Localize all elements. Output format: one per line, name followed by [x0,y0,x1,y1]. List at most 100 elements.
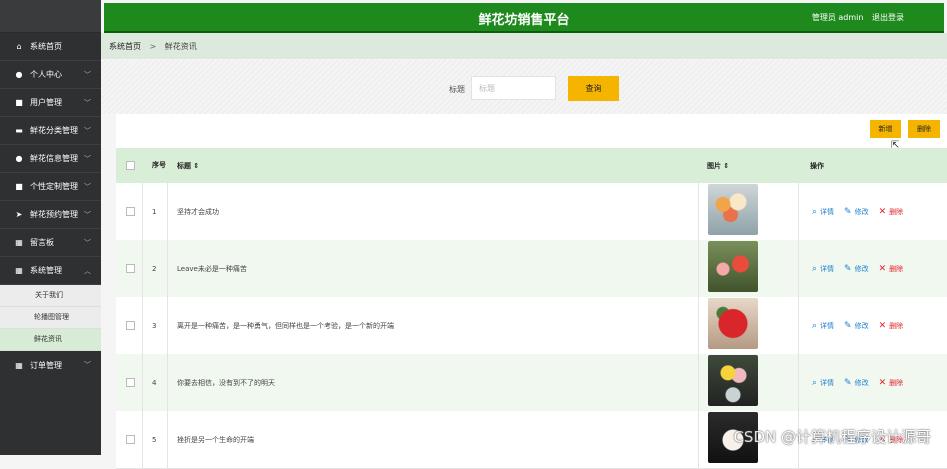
sidebar-item-3[interactable]: ▬ 鲜花分类管理 ﹀ [0,117,101,145]
edit-button[interactable]: ✎ 修改 [844,321,869,331]
column-divider [798,297,799,354]
column-divider [142,183,143,240]
search-input[interactable] [471,76,556,100]
sidebar-item-label: 鲜花分类管理 [30,126,78,135]
row-checkbox[interactable] [126,378,135,387]
sidebar-item-label: 留言板 [30,238,54,247]
breadcrumb-home[interactable]: 系统首页 [109,42,141,51]
lock-icon: ■ [15,182,23,191]
submenu-item-2[interactable]: 鲜花资讯 [0,329,101,351]
row-checkbox-cell[interactable] [126,297,135,354]
logout-link[interactable]: 退出登录 [872,13,904,22]
view-label: 详情 [820,321,835,330]
breadcrumb-separator: > [149,42,157,51]
pencil-icon: ✎ [844,320,852,331]
breadcrumb-bar: 系统首页 > 鲜花资讯 [101,33,947,59]
row-checkbox[interactable] [126,321,135,330]
flower-thumbnail [708,298,758,349]
row-checkbox[interactable] [126,207,135,216]
sidebar-item-7[interactable]: ▦ 留言板 ﹀ [0,229,101,257]
edit-button[interactable]: ✎ 修改 [844,264,869,274]
row-checkbox[interactable] [126,264,135,273]
column-divider [698,297,699,354]
header-title[interactable]: 标题 ⇕ [177,148,199,183]
sidebar-menu: ⌂ 系统首页 ● 个人中心 ﹀ ■ 用户管理 ﹀ ▬ 鲜花分类管理 ﹀ ● 鲜花信息管理 ﹀ ■ 个性定制管理… [0,33,101,379]
row-checkbox-cell[interactable] [126,354,135,411]
edit-button[interactable]: ✎ 修改 [844,207,869,217]
chevron-down-icon: ﹀ [84,126,91,135]
row-title: Leave未必是一种痛苦 [177,264,247,273]
view-details-button[interactable]: ⌕ 详情 [812,321,834,331]
row-checkbox-cell[interactable] [126,183,135,240]
top-header: 鲜花坊销售平台 管理员 admin 退出登录 [104,3,944,33]
edit-label: 修改 [854,321,869,330]
sidebar-item-orders[interactable]: ▦ 订单管理 ﹀ [0,351,101,379]
delete-button[interactable]: 删除 [908,120,940,138]
flower-thumbnail [708,355,758,406]
breadcrumb-current: 鲜花资讯 [164,42,197,51]
row-checkbox-cell[interactable] [126,411,135,468]
table-row: 2 Leave未必是一种痛苦 ⌕ 详情 ✎ 修改 ✕ 删除 [116,240,947,298]
submenu-item-1[interactable]: 轮播图管理 [0,307,101,329]
sidebar-item-6[interactable]: ➤ 鲜花预约管理 ﹀ [0,201,101,229]
pencil-icon: ✎ [844,206,852,217]
system-submenu: 关于我们 轮播图管理 鲜花资讯 [0,285,101,351]
column-divider [142,240,143,297]
sidebar-item-label: 系统首页 [30,42,62,51]
location-icon: ● [15,154,23,163]
chevron-down-icon: ﹀ [84,361,91,369]
delete-label: 删除 [889,207,904,216]
row-index: 1 [152,207,157,216]
sidebar-item-0[interactable]: ⌂ 系统首页 [0,33,101,61]
chevron-down-icon: ﹀ [84,182,91,191]
sidebar-item-8[interactable]: ▦ 系统管理 ︿ [0,257,101,285]
sidebar-item-4[interactable]: ● 鲜花信息管理 ﹀ [0,145,101,173]
pencil-icon: ✎ [844,263,852,274]
breadcrumb: 系统首页 > 鲜花资讯 [109,41,197,52]
search-icon: ⌕ [812,377,818,388]
delete-row-button[interactable]: ✕ 删除 [879,207,904,217]
search-icon: ⌕ [812,206,818,217]
row-checkbox-cell[interactable] [126,240,135,297]
select-all-checkbox-cell[interactable] [126,148,135,183]
view-details-button[interactable]: ⌕ 详情 [812,378,834,388]
view-details-button[interactable]: ⌕ 详情 [812,264,834,274]
chevron-down-icon: ﹀ [84,98,91,107]
row-index: 2 [152,264,157,273]
column-divider [167,297,168,354]
add-button[interactable]: 新增 [870,120,901,138]
view-label: 详情 [820,207,835,216]
chevron-up-icon: ︿ [84,266,91,275]
flower-thumbnail [708,184,758,235]
row-title: 你要去相信，没有到不了的明天 [177,378,275,387]
delete-row-button[interactable]: ✕ 删除 [879,321,904,331]
search-button[interactable]: 查询 [568,76,619,101]
delete-label: 删除 [889,321,904,330]
submenu-item-0[interactable]: 关于我们 [0,285,101,307]
row-title: 坚持才会成功 [177,207,219,216]
row-checkbox[interactable] [126,435,135,444]
delete-row-button[interactable]: ✕ 删除 [879,264,904,274]
search-area: 标题 查询 [101,60,947,114]
sidebar-item-2[interactable]: ■ 用户管理 ﹀ [0,89,101,117]
search-icon: ⌕ [812,320,818,331]
sidebar-item-1[interactable]: ● 个人中心 ﹀ [0,61,101,89]
view-details-button[interactable]: ⌕ 详情 [812,207,834,217]
table-row: 3 离开是一种痛苦，是一种勇气，但同样也是一个考验，是一个新的开端 ⌕ 详情 ✎ 修改 ✕ 删… [116,297,947,355]
row-index: 3 [152,321,157,330]
select-all-checkbox[interactable] [126,161,135,170]
sidebar-item-label: 鲜花信息管理 [30,154,78,163]
header-image[interactable]: 图片 ⇕ [707,148,729,183]
column-divider [167,411,168,468]
row-title: 离开是一种痛苦，是一种勇气，但同样也是一个考验，是一个新的开端 [177,321,394,330]
delete-row-button[interactable]: ✕ 删除 [879,378,904,388]
folder-icon: ■ [15,98,23,107]
column-divider [167,354,168,411]
sidebar: ⌂ 系统首页 ● 个人中心 ﹀ ■ 用户管理 ﹀ ▬ 鲜花分类管理 ﹀ ● 鲜花信息管理 ﹀ ■ 个性定制管理… [0,0,101,455]
sidebar-item-5[interactable]: ■ 个性定制管理 ﹀ [0,173,101,201]
search-label: 标题 [449,85,465,94]
edit-button[interactable]: ✎ 修改 [844,378,869,388]
chevron-down-icon: ﹀ [84,70,91,79]
header-user-area: 管理员 admin 退出登录 [806,12,904,23]
close-icon: ✕ [878,206,887,217]
